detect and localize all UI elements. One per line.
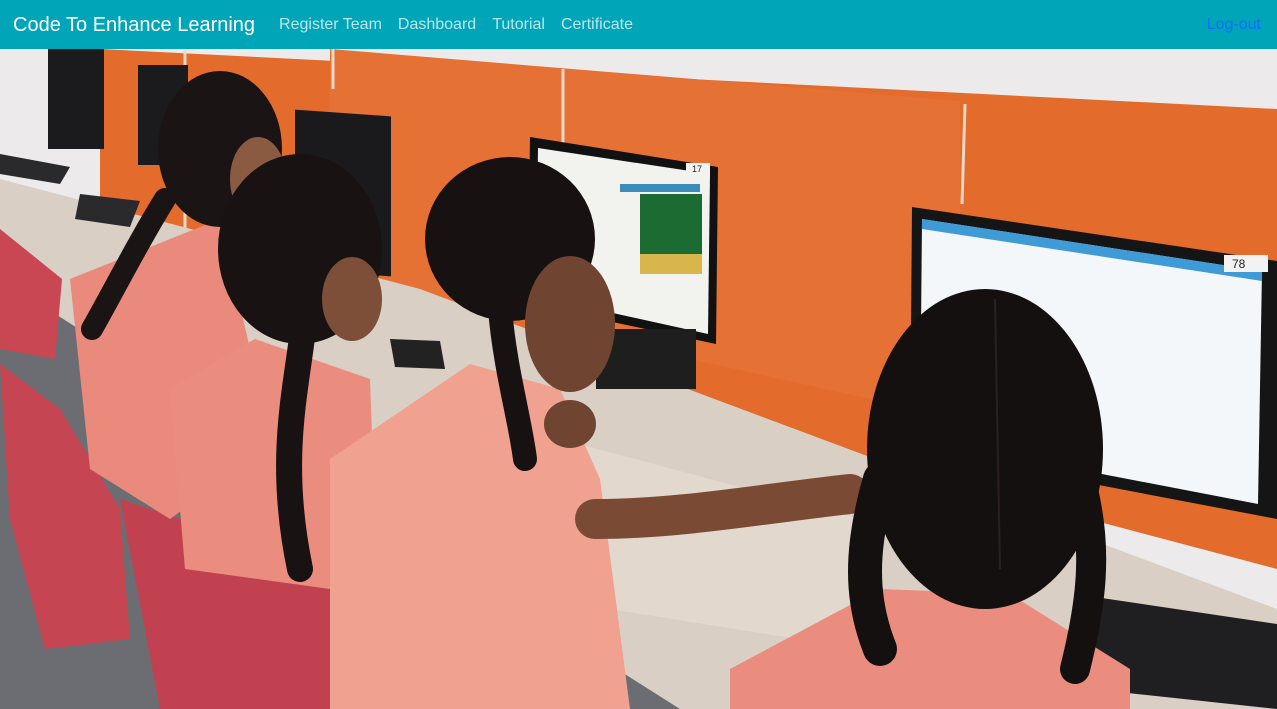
classroom-photo: 17 78 (0, 49, 1277, 709)
monitor-tag-1: 17 (692, 164, 702, 174)
nav-links: Register Team Dashboard Tutorial Certifi… (279, 16, 649, 34)
brand-link[interactable]: Code To Enhance Learning (13, 15, 255, 35)
nav-dashboard[interactable]: Dashboard (398, 16, 476, 34)
logout-link[interactable]: Log-out (1207, 16, 1261, 34)
nav-tutorial[interactable]: Tutorial (492, 16, 545, 34)
nav-certificate[interactable]: Certificate (561, 16, 633, 34)
top-navbar: Code To Enhance Learning Register Team D… (0, 0, 1277, 49)
nav-register-team[interactable]: Register Team (279, 16, 382, 34)
hero-image: 17 78 (0, 49, 1277, 709)
monitor-tag-2: 78 (1232, 257, 1246, 271)
